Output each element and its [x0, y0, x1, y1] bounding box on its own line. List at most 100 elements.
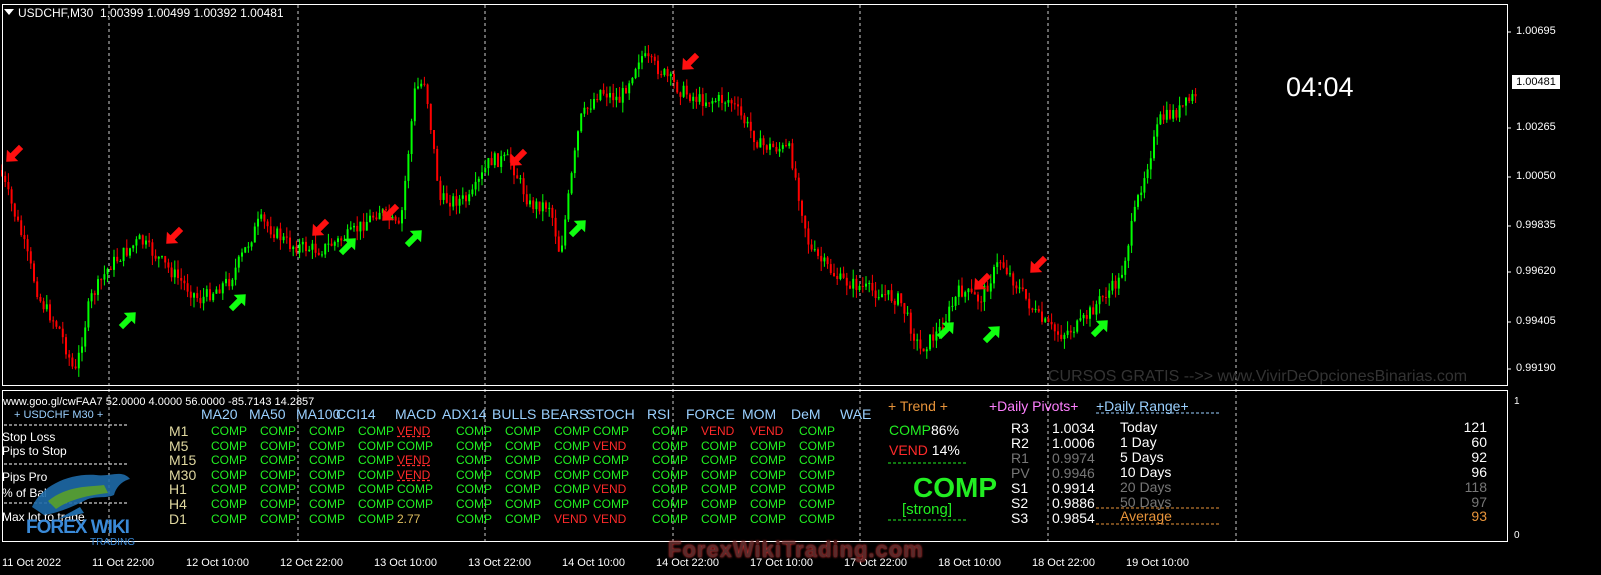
candle [189, 285, 192, 306]
candle [599, 89, 602, 102]
candle [305, 236, 307, 257]
signal-cell: COMP [397, 482, 433, 497]
candle [167, 258, 170, 273]
candle [993, 264, 995, 289]
candle [445, 185, 448, 204]
range-value: 92 [1471, 448, 1487, 465]
candle [666, 66, 669, 83]
candlesticks [1, 45, 1197, 377]
candle [439, 176, 442, 206]
candle [1047, 315, 1050, 323]
candle [612, 83, 615, 108]
candle [909, 308, 912, 341]
candle [1127, 243, 1130, 268]
candle [1098, 289, 1101, 314]
candle [721, 87, 723, 111]
candle [244, 246, 247, 254]
signal-cell: COMP [799, 482, 835, 497]
candle [737, 96, 739, 116]
candle [583, 101, 586, 117]
candle [919, 330, 922, 355]
signal-cell: COMP [750, 453, 786, 468]
candle [535, 198, 538, 219]
trend-strength: [strong] [902, 501, 953, 518]
candle [1143, 171, 1146, 199]
signal-cell: COMP [505, 497, 541, 511]
time-label-10: 18 Oct 10:00 [938, 557, 1001, 569]
candle [682, 81, 685, 98]
candle [231, 278, 234, 290]
candle [855, 275, 858, 298]
candle [266, 219, 269, 233]
candle [337, 235, 339, 248]
candle [68, 349, 71, 366]
timeframe-d1: D1 [169, 510, 187, 527]
candle [506, 149, 509, 156]
pivot-value-s1: 0.9914 [1052, 480, 1095, 496]
candle [1002, 255, 1005, 269]
signal-cell: COMP [750, 467, 786, 482]
candle [74, 359, 77, 370]
pivot-value-s2: 0.9886 [1052, 495, 1095, 511]
candle [701, 87, 704, 116]
signal-cell: COMP [211, 511, 247, 526]
candle [1117, 273, 1120, 295]
candle [1188, 93, 1191, 104]
candle [141, 234, 144, 249]
candle [471, 184, 474, 197]
candle [212, 291, 215, 303]
signal-cell: COMP [505, 511, 541, 526]
candle [1095, 300, 1098, 321]
candle [785, 138, 787, 148]
sell-arrow-icon [1030, 255, 1048, 273]
indicator-header-bulls: BULLS [492, 406, 537, 422]
candle [836, 267, 839, 286]
candle [1191, 89, 1194, 105]
indicator-header-ma100: MA100 [296, 406, 341, 422]
buy-arrow-icon [404, 230, 422, 248]
candle [925, 346, 928, 359]
pivot-name-r1: R1 [1011, 450, 1029, 466]
forexwiki-logo: FOREX WIKI TRADING [18, 455, 148, 555]
candle [605, 86, 608, 107]
candle [519, 174, 522, 184]
candle [401, 206, 403, 232]
candle [65, 333, 67, 359]
indicator-header-cci14: CCI14 [336, 406, 376, 422]
candle [813, 240, 816, 252]
site-watermark: ForexWikiTrading.com [668, 537, 924, 562]
candle [887, 290, 890, 301]
candle [55, 319, 58, 329]
candle [71, 353, 74, 370]
dropdown-triangle-icon[interactable] [4, 9, 14, 15]
price-label-2: 1.00265 [1516, 121, 1556, 133]
candle [852, 269, 855, 298]
candle [1012, 271, 1015, 295]
candle [503, 152, 506, 161]
candle [433, 129, 435, 154]
candle [1053, 322, 1056, 341]
candle [529, 193, 531, 208]
candle [417, 77, 419, 90]
candle [577, 130, 579, 158]
trend-header: + Trend + [888, 398, 948, 414]
candle [324, 243, 327, 258]
panel-symbol: + USDCHF M30 + [14, 409, 104, 421]
chart-header[interactable]: USDCHF,M30 1.00399 1.00499 1.00392 1.004… [4, 6, 284, 20]
candle [202, 287, 205, 311]
candle [151, 238, 154, 266]
indicator-header-bears: BEARS [541, 406, 589, 422]
candle [634, 67, 637, 80]
candle [913, 328, 915, 350]
candle [429, 103, 432, 134]
candle [161, 255, 163, 259]
candle [618, 86, 621, 103]
candle [289, 230, 291, 252]
signal-cell: VEND [593, 482, 627, 497]
candle [826, 256, 829, 269]
candle [554, 209, 557, 244]
trend-comp-pct: 86% [931, 422, 960, 438]
candle [4, 171, 7, 188]
candle [861, 277, 864, 293]
candle [260, 209, 263, 222]
